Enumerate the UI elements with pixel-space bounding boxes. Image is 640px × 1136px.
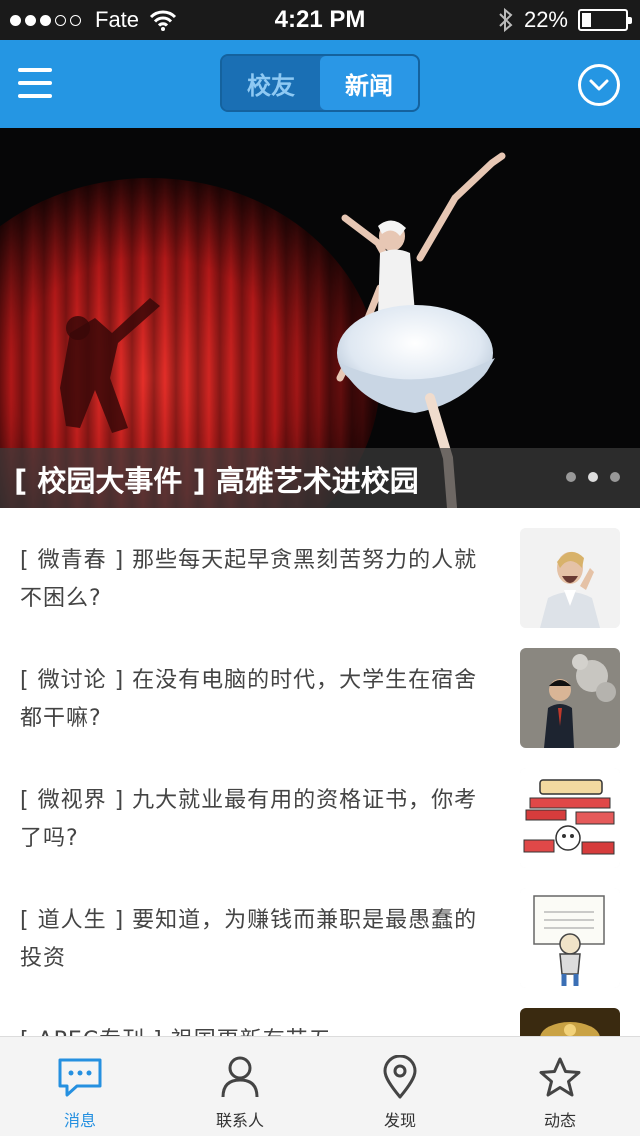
news-title: [ 微视界 ] 九大就业最有用的资格证书，你考了吗? (20, 788, 478, 851)
list-item[interactable]: [ 微讨论 ] 在没有电脑的时代，大学生在宿舍都干嘛? (0, 628, 640, 748)
tab-label: 动态 (543, 1111, 576, 1130)
hero-caption: [ 校园大事件 ] 高雅艺术进校园 (0, 448, 640, 508)
yawning-woman-thumbnail (520, 528, 620, 628)
page-dot (610, 472, 620, 482)
tab-label: 联系人 (215, 1111, 264, 1130)
news-list: [ 微青春 ] 那些每天起早贪黑刻苦努力的人就不困么? [ 微讨论 ] 在没有电… (0, 508, 640, 1036)
menu-icon[interactable] (18, 66, 52, 100)
tab-bar: 消息 联系人 发现 动态 (0, 1036, 640, 1136)
certificate-books-thumbnail (520, 768, 620, 868)
message-icon (56, 1053, 104, 1101)
news-title: [ 微讨论 ] 在没有电脑的时代，大学生在宿舍都干嘛? (20, 668, 478, 731)
tab-label: 消息 (63, 1111, 96, 1130)
list-item[interactable]: [ 道人生 ] 要知道，为赚钱而兼职是最愚蠢的投资 (0, 868, 640, 988)
page-indicator (566, 472, 620, 482)
battery-percent: 22% (523, 7, 568, 32)
page-dot (566, 472, 576, 482)
tab-label: 发现 (383, 1111, 416, 1130)
contacts-icon (216, 1053, 264, 1101)
news-title: [ APEC专刊 ] 祖国更新有艺五 (20, 1022, 490, 1036)
hero-title: [ 校园大事件 ] 高雅艺术进校园 (14, 464, 419, 498)
tab-messages[interactable]: 消息 (0, 1037, 160, 1136)
list-item[interactable]: [ APEC专刊 ] 祖国更新有艺五 (0, 988, 640, 1036)
location-pin-icon (376, 1053, 424, 1101)
tab-contacts[interactable]: 联系人 (160, 1037, 320, 1136)
thinking-man-thumbnail (520, 648, 620, 748)
part-time-job-thumbnail (520, 888, 620, 988)
tab-news[interactable]: 新闻 (320, 56, 418, 110)
news-title: [ 道人生 ] 要知道，为赚钱而兼职是最愚蠢的投资 (20, 908, 478, 971)
star-icon (536, 1053, 584, 1101)
list-item[interactable]: [ 微视界 ] 九大就业最有用的资格证书，你考了吗? (0, 748, 640, 868)
apec-thumbnail (520, 1008, 620, 1036)
chevron-down-icon[interactable] (578, 64, 620, 106)
status-bar: Fate 4:21 PM 22% (0, 0, 640, 40)
tab-discover[interactable]: 发现 (320, 1037, 480, 1136)
segmented-control: 校友 新闻 (220, 54, 420, 112)
tab-updates[interactable]: 动态 (480, 1037, 640, 1136)
battery-icon (578, 9, 632, 31)
list-item[interactable]: [ 微青春 ] 那些每天起早贪黑刻苦努力的人就不困么? (0, 508, 640, 628)
news-title: [ 微青春 ] 那些每天起早贪黑刻苦努力的人就不困么? (20, 548, 478, 611)
bluetooth-icon (499, 7, 513, 33)
nav-bar: 校友 新闻 (0, 40, 640, 128)
hero-banner[interactable]: [ 校园大事件 ] 高雅艺术进校园 (0, 128, 640, 508)
tab-alumni[interactable]: 校友 (222, 56, 320, 110)
page-dot (588, 472, 598, 482)
